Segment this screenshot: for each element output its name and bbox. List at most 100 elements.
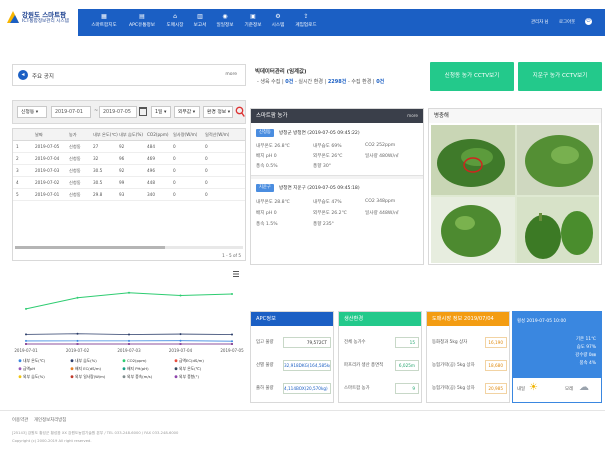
table-cell: 0 xyxy=(205,180,208,185)
table-cell: 2019-07-03 xyxy=(35,168,60,173)
upload-icon: ⇪ xyxy=(303,13,309,20)
nav-item-smartfarm-map[interactable]: ▦ 스마트팜지도 xyxy=(86,9,122,36)
data-point[interactable] xyxy=(128,339,130,342)
legend-item[interactable]: 외부 풍향(°) xyxy=(179,374,200,379)
col-co2[interactable]: CO2(ppm) xyxy=(147,132,169,137)
farm-select[interactable]: 신청동 ▾ xyxy=(17,106,47,118)
data-point[interactable] xyxy=(76,332,79,335)
legend-item[interactable]: 급액pH xyxy=(23,366,35,371)
farm-value: 내부온도 28.8℃ xyxy=(256,200,290,205)
table-cell: 30.5 xyxy=(93,180,103,185)
nav-item-wholesale[interactable]: ⌂ 도매시장 xyxy=(162,9,188,36)
data-point[interactable] xyxy=(179,333,182,336)
nav-item-reference[interactable]: ▣ 기준정보 xyxy=(240,9,266,36)
farm-value: 외부온도 26℃ xyxy=(313,154,343,159)
table-cell: 0 xyxy=(173,192,176,197)
date-from-input[interactable]: 2019-07-01 xyxy=(51,106,91,118)
type-select[interactable]: 외부값 ▾ xyxy=(174,106,200,118)
data-point[interactable] xyxy=(25,307,27,310)
table-cell: 484 xyxy=(147,144,155,149)
production-value: 9 xyxy=(395,383,419,394)
legend-item[interactable]: 외부 풍속(m/s) xyxy=(127,374,153,379)
scrollbar-thumb[interactable] xyxy=(15,246,165,249)
legend-item[interactable]: 배지 EC(dS/m) xyxy=(75,366,102,371)
col-farm[interactable]: 농가 xyxy=(69,132,77,138)
nav-item-report[interactable]: ▥ 보고서 xyxy=(190,9,210,36)
farm-badge[interactable]: 신청동 xyxy=(256,129,274,137)
weather-card: 횡성 2019-07-05 10:00 기온 11℃ 습도 97% 강수량 0㎜… xyxy=(512,311,602,403)
data-point[interactable] xyxy=(128,343,130,345)
farm-value: 내부온도 26.8℃ xyxy=(256,144,290,149)
logo[interactable]: 강원도 스마트팜 ICT통합정보관리 시스템 xyxy=(6,7,70,31)
realtime-label: - 실시간 환경 | xyxy=(294,79,327,85)
legend-item[interactable]: 급액EC(dS/m) xyxy=(179,358,204,363)
data-point[interactable] xyxy=(25,343,27,345)
data-point[interactable] xyxy=(231,333,233,336)
table-scrollbar[interactable] xyxy=(15,246,243,249)
period-select[interactable]: 1일 ▾ xyxy=(151,106,171,118)
collect-count: 0건 xyxy=(376,79,385,85)
nav-item-system[interactable]: ⚙ 시스템 xyxy=(268,9,288,36)
farm-badge[interactable]: 지운구 xyxy=(256,184,274,192)
legend-marker xyxy=(174,375,178,379)
data-point[interactable] xyxy=(179,339,182,342)
col-solar-sum[interactable]: 일적산(W/m) xyxy=(205,132,229,138)
legend-marker xyxy=(70,367,74,371)
data-point[interactable] xyxy=(179,343,182,345)
col-temp[interactable]: 내부 온도(℃) xyxy=(93,132,118,138)
privacy-link[interactable]: 개인정보처리방침 xyxy=(34,417,66,423)
disease-photo[interactable] xyxy=(431,125,599,263)
farm-value: 내부습도 47% xyxy=(313,200,342,205)
notice-more-link[interactable]: more xyxy=(225,72,237,77)
market-label: 농협가락(공) 5kg 상자 xyxy=(432,386,475,391)
col-humidity[interactable]: 내부 습도(%) xyxy=(119,132,143,138)
production-card: 생산환경 전체 농가수 15 파프리카 생산 총면적 6,025m 스마트팜 농… xyxy=(338,311,422,403)
legend-item[interactable]: 외부 일사량(W/m) xyxy=(75,374,106,379)
search-icon[interactable] xyxy=(235,106,245,118)
legend-marker xyxy=(18,367,22,371)
legend-item[interactable]: 배지 PH(pH) xyxy=(127,366,149,371)
table-row[interactable]: 2 2019-07-04 신청동 32 96 469 0 0 xyxy=(13,153,245,165)
legend-item[interactable]: 내부 습도(%) xyxy=(75,358,97,363)
table-row[interactable]: 5 2019-07-01 신청동 29.8 93 340 0 0 xyxy=(13,189,245,201)
data-point[interactable] xyxy=(128,333,130,336)
legend-item[interactable]: 외부 온도(℃) xyxy=(179,366,202,371)
view-select[interactable]: 환경 정보 ▾ xyxy=(203,106,233,118)
calendar-icon[interactable] xyxy=(139,107,147,116)
date-to-input[interactable]: 2019-07-05 xyxy=(99,106,137,118)
power-icon[interactable]: ⏻ xyxy=(585,18,592,25)
legend-item[interactable]: 내부 온도(℃) xyxy=(23,358,46,363)
series-line[interactable] xyxy=(25,292,233,310)
col-date[interactable]: 날짜 xyxy=(35,132,43,138)
nav-item-apc[interactable]: ▤ APC유통정보 xyxy=(124,9,160,36)
data-point[interactable] xyxy=(76,343,79,345)
nav-item-upload[interactable]: ⇪ 게임업로드 xyxy=(290,9,322,36)
data-point[interactable] xyxy=(231,340,233,343)
legend-item[interactable]: CO2(ppm) xyxy=(127,358,147,363)
farm-separator xyxy=(251,175,423,179)
view-select-value: 환경 정보 xyxy=(207,110,227,115)
legend-item[interactable]: 외부 습도(%) xyxy=(23,374,45,379)
logout-link[interactable]: 로그아웃 xyxy=(559,19,575,25)
data-point[interactable] xyxy=(231,343,233,345)
table-row[interactable]: 3 2019-07-03 신청동 30.5 92 496 0 0 xyxy=(13,165,245,177)
data-point[interactable] xyxy=(25,339,27,342)
data-point[interactable] xyxy=(25,333,27,336)
data-point[interactable] xyxy=(179,294,182,297)
smartfarm-more-link[interactable]: more xyxy=(407,109,418,123)
data-point[interactable] xyxy=(76,339,79,342)
logo-subtitle: ICT통합정보관리 시스템 xyxy=(22,19,69,24)
nav-item-daily[interactable]: ◉ 일일정보 xyxy=(212,9,238,36)
data-point[interactable] xyxy=(231,292,233,295)
terms-link[interactable]: 이용약관 xyxy=(12,417,28,423)
smartfarm-panel: 스마트팜 농가 more 신청동 방청군 방청면 (2019-07-05 09:… xyxy=(250,108,424,265)
data-point[interactable] xyxy=(76,296,79,299)
cctv-button-sincheong[interactable]: 신청동 농가 CCTV보기 xyxy=(430,62,514,91)
table-row[interactable]: 4 2019-07-02 신청동 30.5 99 448 0 0 xyxy=(13,177,245,189)
data-point[interactable] xyxy=(128,291,130,294)
production-value: 6,025m xyxy=(395,360,419,371)
col-solar[interactable]: 일사량(W/m) xyxy=(173,132,197,138)
cctv-button-jiungu[interactable]: 지운구 농가 CCTV보기 xyxy=(518,62,602,91)
table-row[interactable]: 1 2019-07-05 신청동 27 92 484 0 0 xyxy=(13,141,245,153)
table-cell: 2019-07-05 xyxy=(35,144,60,149)
